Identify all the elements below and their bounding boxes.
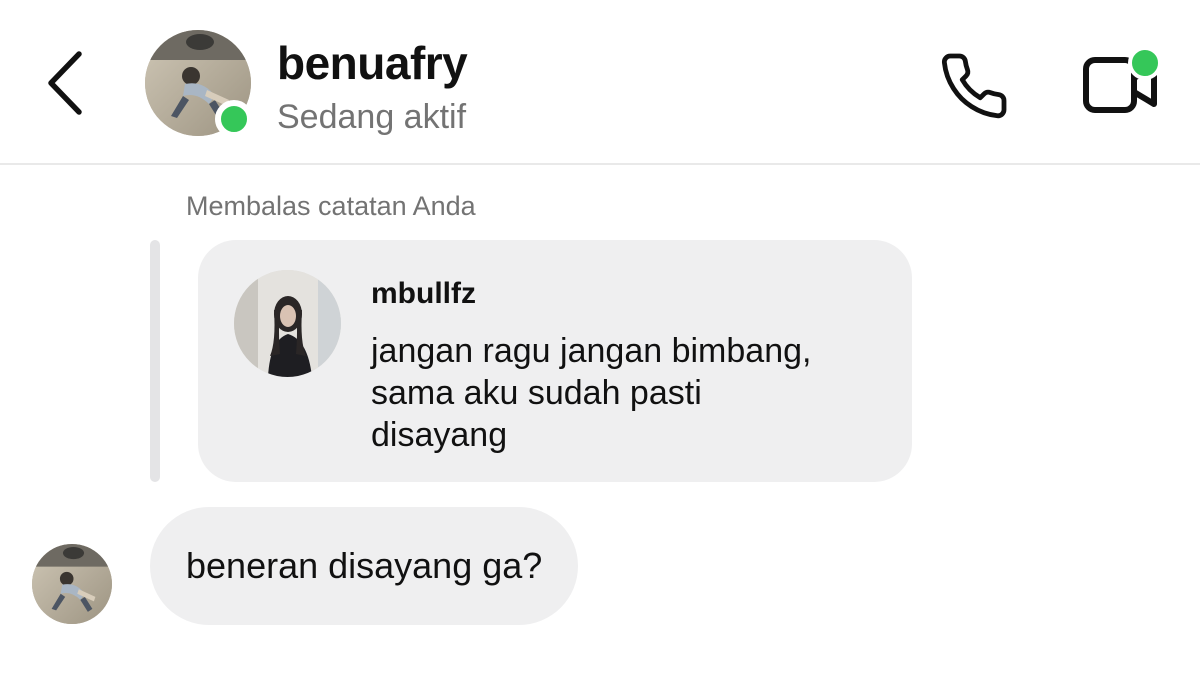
quoted-note-username: mbullfz [371,277,476,310]
phone-icon [941,53,1007,119]
chat-header: benuafry Sedang aktif [0,0,1200,165]
quoted-note-card[interactable]: mbullfz jangan ragu jangan bimbang, sama… [198,240,912,482]
header-avatar[interactable] [145,30,253,138]
message-bubble[interactable]: beneran disayang ga? [150,507,579,625]
sender-avatar-photo [32,544,112,624]
reply-caption: Membalas catatan Anda [186,191,476,221]
voice-call-button[interactable] [932,44,1016,128]
quoted-note-text: jangan ragu jangan bimbang, sama aku sud… [371,332,812,454]
sender-avatar[interactable] [32,544,112,624]
video-active-dot [1128,46,1162,80]
video-call-button[interactable] [1070,40,1170,130]
message-text: beneran disayang ga? [186,545,543,586]
active-status: Sedang aktif [277,98,467,136]
back-button[interactable] [30,48,100,118]
chat-username[interactable]: benuafry [277,36,468,90]
reply-indicator-bar [150,240,160,482]
quoted-note-avatar [234,270,341,377]
chevron-left-icon [48,51,82,115]
online-status-dot [215,100,253,138]
quoted-avatar-photo [234,270,341,377]
chat-screen: benuafry Sedang aktif Membalas catatan A… [0,0,1200,680]
